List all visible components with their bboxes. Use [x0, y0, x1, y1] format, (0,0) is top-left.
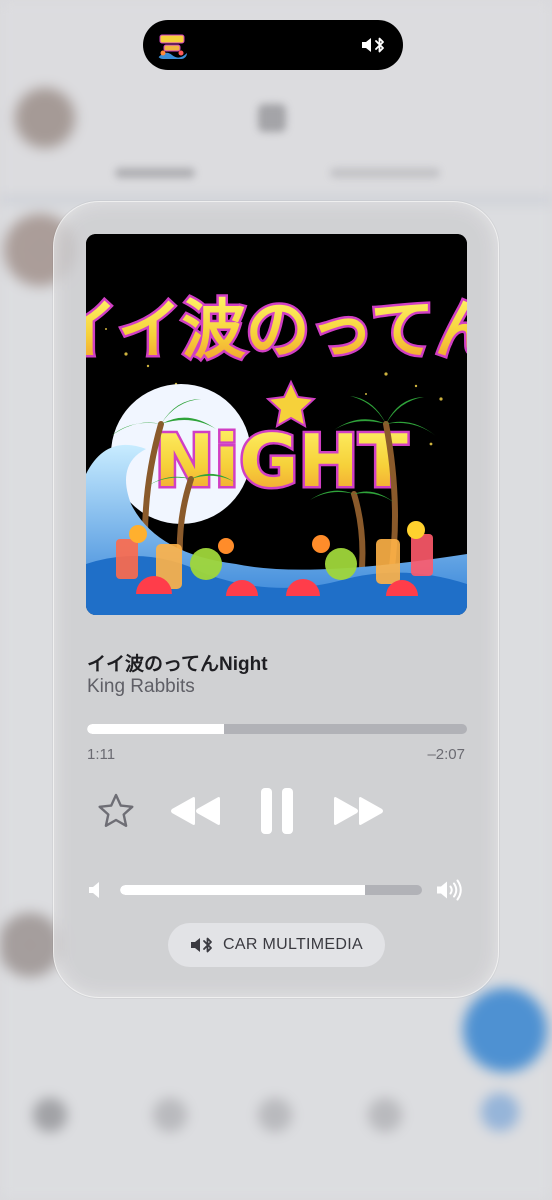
star-outline-icon — [98, 793, 134, 827]
favorite-button[interactable] — [94, 789, 138, 833]
pause-icon — [261, 788, 293, 834]
forward-icon — [334, 797, 383, 825]
time-remaining: –2:07 — [427, 746, 465, 763]
track-title[interactable]: イイ波のってんNight — [87, 649, 268, 676]
speaker-bluetooth-icon — [359, 33, 389, 57]
volume-fill — [120, 885, 365, 895]
artwork-title-line2: NiGHT — [154, 419, 407, 503]
artwork-title-line1: イイ波のってん — [86, 294, 467, 368]
audio-route-button[interactable]: CAR MULTIMEDIA — [168, 923, 385, 967]
now-playing-card: イイ波のってん NiGHT — [53, 201, 499, 998]
blurred-background-tab — [115, 168, 195, 178]
island-album-thumbnail — [157, 31, 187, 59]
time-elapsed: 1:11 — [87, 746, 116, 763]
audio-route-label: CAR MULTIMEDIA — [223, 936, 363, 953]
speaker-bluetooth-icon — [191, 937, 212, 953]
progress-fill — [87, 724, 224, 734]
album-artwork: イイ波のってん NiGHT — [86, 234, 467, 615]
track-artist[interactable]: King Rabbits — [87, 676, 195, 698]
speaker-high-icon — [436, 878, 464, 902]
blurred-background-tab — [330, 168, 440, 178]
volume-slider[interactable] — [120, 885, 422, 895]
next-track-button[interactable] — [330, 789, 386, 833]
blurred-background-icon — [258, 104, 286, 132]
backward-icon — [171, 797, 220, 825]
previous-track-button[interactable] — [168, 789, 224, 833]
pause-button[interactable] — [252, 782, 302, 840]
speaker-low-icon — [88, 880, 104, 900]
dynamic-island[interactable] — [143, 20, 403, 70]
progress-scrubber[interactable] — [87, 724, 467, 734]
